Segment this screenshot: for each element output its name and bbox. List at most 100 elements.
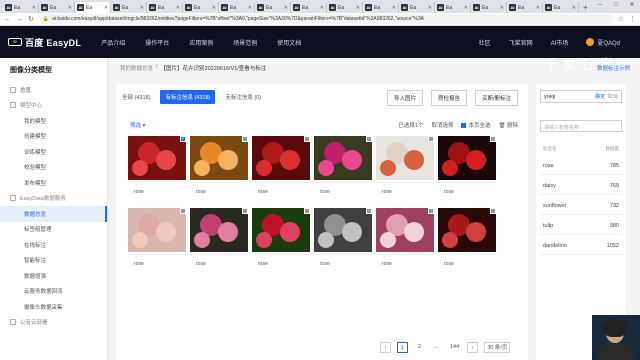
quality-report-button[interactable]: 质检报告	[430, 90, 467, 106]
browser-tab[interactable]: AI Ea ✕	[507, 2, 543, 13]
browser-tab[interactable]: AI Ea ✕	[363, 2, 399, 13]
rose-thumbnail[interactable]	[376, 208, 434, 252]
browser-tab[interactable]: AI Ea ✕	[3, 2, 39, 13]
delete-label-button[interactable]: 买断/删标注	[474, 90, 518, 106]
page-last[interactable]: 144	[448, 342, 461, 353]
rose-thumbnail[interactable]	[438, 136, 496, 180]
tab-close-icon[interactable]: ✕	[68, 5, 72, 11]
select-page-checkbox[interactable]: 本页全选	[461, 121, 490, 129]
tab-close-icon[interactable]: ✕	[140, 5, 144, 11]
page-current[interactable]: 1	[397, 342, 408, 353]
nav-item-products[interactable]: 产品介绍	[101, 38, 125, 47]
minimize-icon[interactable]: –	[592, 0, 608, 11]
image-card[interactable]: rose	[438, 136, 496, 204]
image-checkbox[interactable]	[428, 136, 434, 142]
sidebar-item[interactable]: 数据总览	[0, 206, 107, 222]
tab-close-icon[interactable]: ✕	[32, 5, 36, 11]
label-row[interactable]: sunflower 732	[540, 198, 622, 215]
tab-close-icon[interactable]: ✕	[500, 5, 504, 11]
browser-tab[interactable]: AI Ea ✕	[435, 2, 471, 13]
rose-thumbnail[interactable]	[252, 208, 310, 252]
sidebar-item[interactable]: 智能标注	[0, 253, 107, 269]
sidebar-item[interactable]: EasyData数据服务	[0, 191, 107, 207]
image-card[interactable]: rose	[252, 208, 310, 276]
rose-thumbnail[interactable]	[314, 136, 372, 180]
image-card[interactable]: rose	[190, 208, 248, 276]
image-checkbox[interactable]	[366, 208, 372, 214]
sidebar-item[interactable]: 训练模型	[0, 144, 107, 160]
browser-tab[interactable]: AI Ea ✕	[399, 2, 435, 13]
browser-tab[interactable]: AI Ea ✕	[75, 2, 111, 13]
tab-close-icon[interactable]: ✕	[428, 5, 432, 11]
image-checkbox[interactable]	[180, 208, 186, 214]
cancel-select-button[interactable]: 取消选择	[431, 121, 453, 129]
label-search-input[interactable]: yueji	[544, 94, 592, 100]
sidebar-item[interactable]: 数据增强	[0, 268, 107, 284]
tab-close-icon[interactable]: ✕	[320, 5, 324, 11]
reload-icon[interactable]: ↻	[28, 15, 34, 23]
prev-page-button[interactable]: ‹	[380, 342, 391, 353]
page-2[interactable]: 2	[414, 342, 425, 353]
sidebar-item[interactable]: 摄像头数据采集	[0, 299, 107, 315]
label-row[interactable]: dandelion 1052	[540, 238, 622, 255]
close-window-icon[interactable]: ✕	[624, 0, 640, 11]
tab-close-icon[interactable]: ✕	[536, 5, 540, 11]
tab-close-icon[interactable]: ✕	[212, 5, 216, 11]
image-checkbox[interactable]	[490, 136, 496, 142]
image-checkbox[interactable]	[490, 208, 496, 214]
sidebar-item[interactable]: 发布模型	[0, 175, 107, 191]
image-checkbox[interactable]	[304, 136, 310, 142]
tab-close-icon[interactable]: ✕	[356, 5, 360, 11]
browser-tab[interactable]: AI Ea ✕	[111, 2, 147, 13]
nav-paddle[interactable]: 飞桨官网	[509, 38, 533, 47]
back-icon[interactable]: ←	[4, 16, 11, 23]
tab-unlabeled[interactable]: 无标注信息 (0)	[225, 90, 261, 104]
sidebar-item[interactable]: 我的模型	[0, 113, 107, 129]
image-checkbox[interactable]	[242, 136, 248, 142]
sidebar-item[interactable]: 云服务数据回流	[0, 284, 107, 300]
label-row[interactable]: daisy 769	[540, 178, 622, 195]
image-card[interactable]: rose	[314, 136, 372, 204]
tab-close-icon[interactable]: ✕	[176, 5, 180, 11]
rose-thumbnail[interactable]	[438, 208, 496, 252]
rose-thumbnail[interactable]	[190, 208, 248, 252]
rose-thumbnail[interactable]	[376, 136, 434, 180]
import-images-button[interactable]: 导入图片	[386, 90, 423, 106]
sidebar-item[interactable]: 模型中心	[0, 98, 107, 114]
browser-tab[interactable]: AI Ea ✕	[327, 2, 363, 13]
image-checkbox[interactable]	[304, 208, 310, 214]
rose-thumbnail[interactable]	[314, 208, 372, 252]
tab-close-icon[interactable]: ✕	[248, 5, 252, 11]
sidebar-item[interactable]: 在线标注	[0, 237, 107, 253]
image-card[interactable]: rose	[128, 208, 186, 276]
sidebar-item[interactable]: 公有云部署	[0, 315, 107, 331]
image-card[interactable]: rose	[438, 208, 496, 276]
image-checkbox[interactable]	[242, 208, 248, 214]
browser-tab[interactable]: AI Ea ✕	[291, 2, 327, 13]
logo[interactable]: ∞ 百度 EasyDL	[8, 36, 81, 49]
nav-community[interactable]: 社区	[479, 38, 491, 47]
nav-item-cases[interactable]: 应用案例	[189, 38, 213, 47]
tab-all[interactable]: 全部 (4318)	[122, 90, 150, 104]
url-field[interactable]: 🔒 ai.baidu.com/easydl/app/dataset/imgcls…	[38, 14, 613, 24]
rose-thumbnail[interactable]	[190, 136, 248, 180]
image-card[interactable]: rose	[252, 136, 310, 204]
user-menu[interactable]: 夏QAQd	[586, 38, 620, 47]
label-row[interactable]: rose 785	[540, 158, 622, 175]
browser-tab[interactable]: AI Ea ✕	[543, 2, 579, 13]
new-tab-button[interactable]: +	[579, 2, 592, 13]
browser-tab[interactable]: AI Ea ✕	[471, 2, 507, 13]
image-checkbox[interactable]	[428, 208, 434, 214]
tab-close-icon[interactable]: ✕	[284, 5, 288, 11]
menu-icon[interactable]: ⋮	[629, 15, 636, 23]
forward-icon[interactable]: →	[16, 16, 23, 23]
nav-item-scenarios[interactable]: 场景范例	[233, 38, 257, 47]
nav-ai-market[interactable]: AI市场	[551, 38, 569, 47]
page-size-select[interactable]: 30 条/页	[484, 342, 511, 353]
breadcrumb-root[interactable]: 我的数据总览	[120, 64, 153, 72]
tab-close-icon[interactable]: ✕	[464, 5, 468, 11]
filter-dropdown[interactable]: 筛选 ▾	[130, 121, 145, 129]
delete-button[interactable]: 🗑 删除	[498, 121, 518, 129]
browser-tab[interactable]: AI Ea ✕	[255, 2, 291, 13]
browser-tab[interactable]: AI Ea ✕	[147, 2, 183, 13]
